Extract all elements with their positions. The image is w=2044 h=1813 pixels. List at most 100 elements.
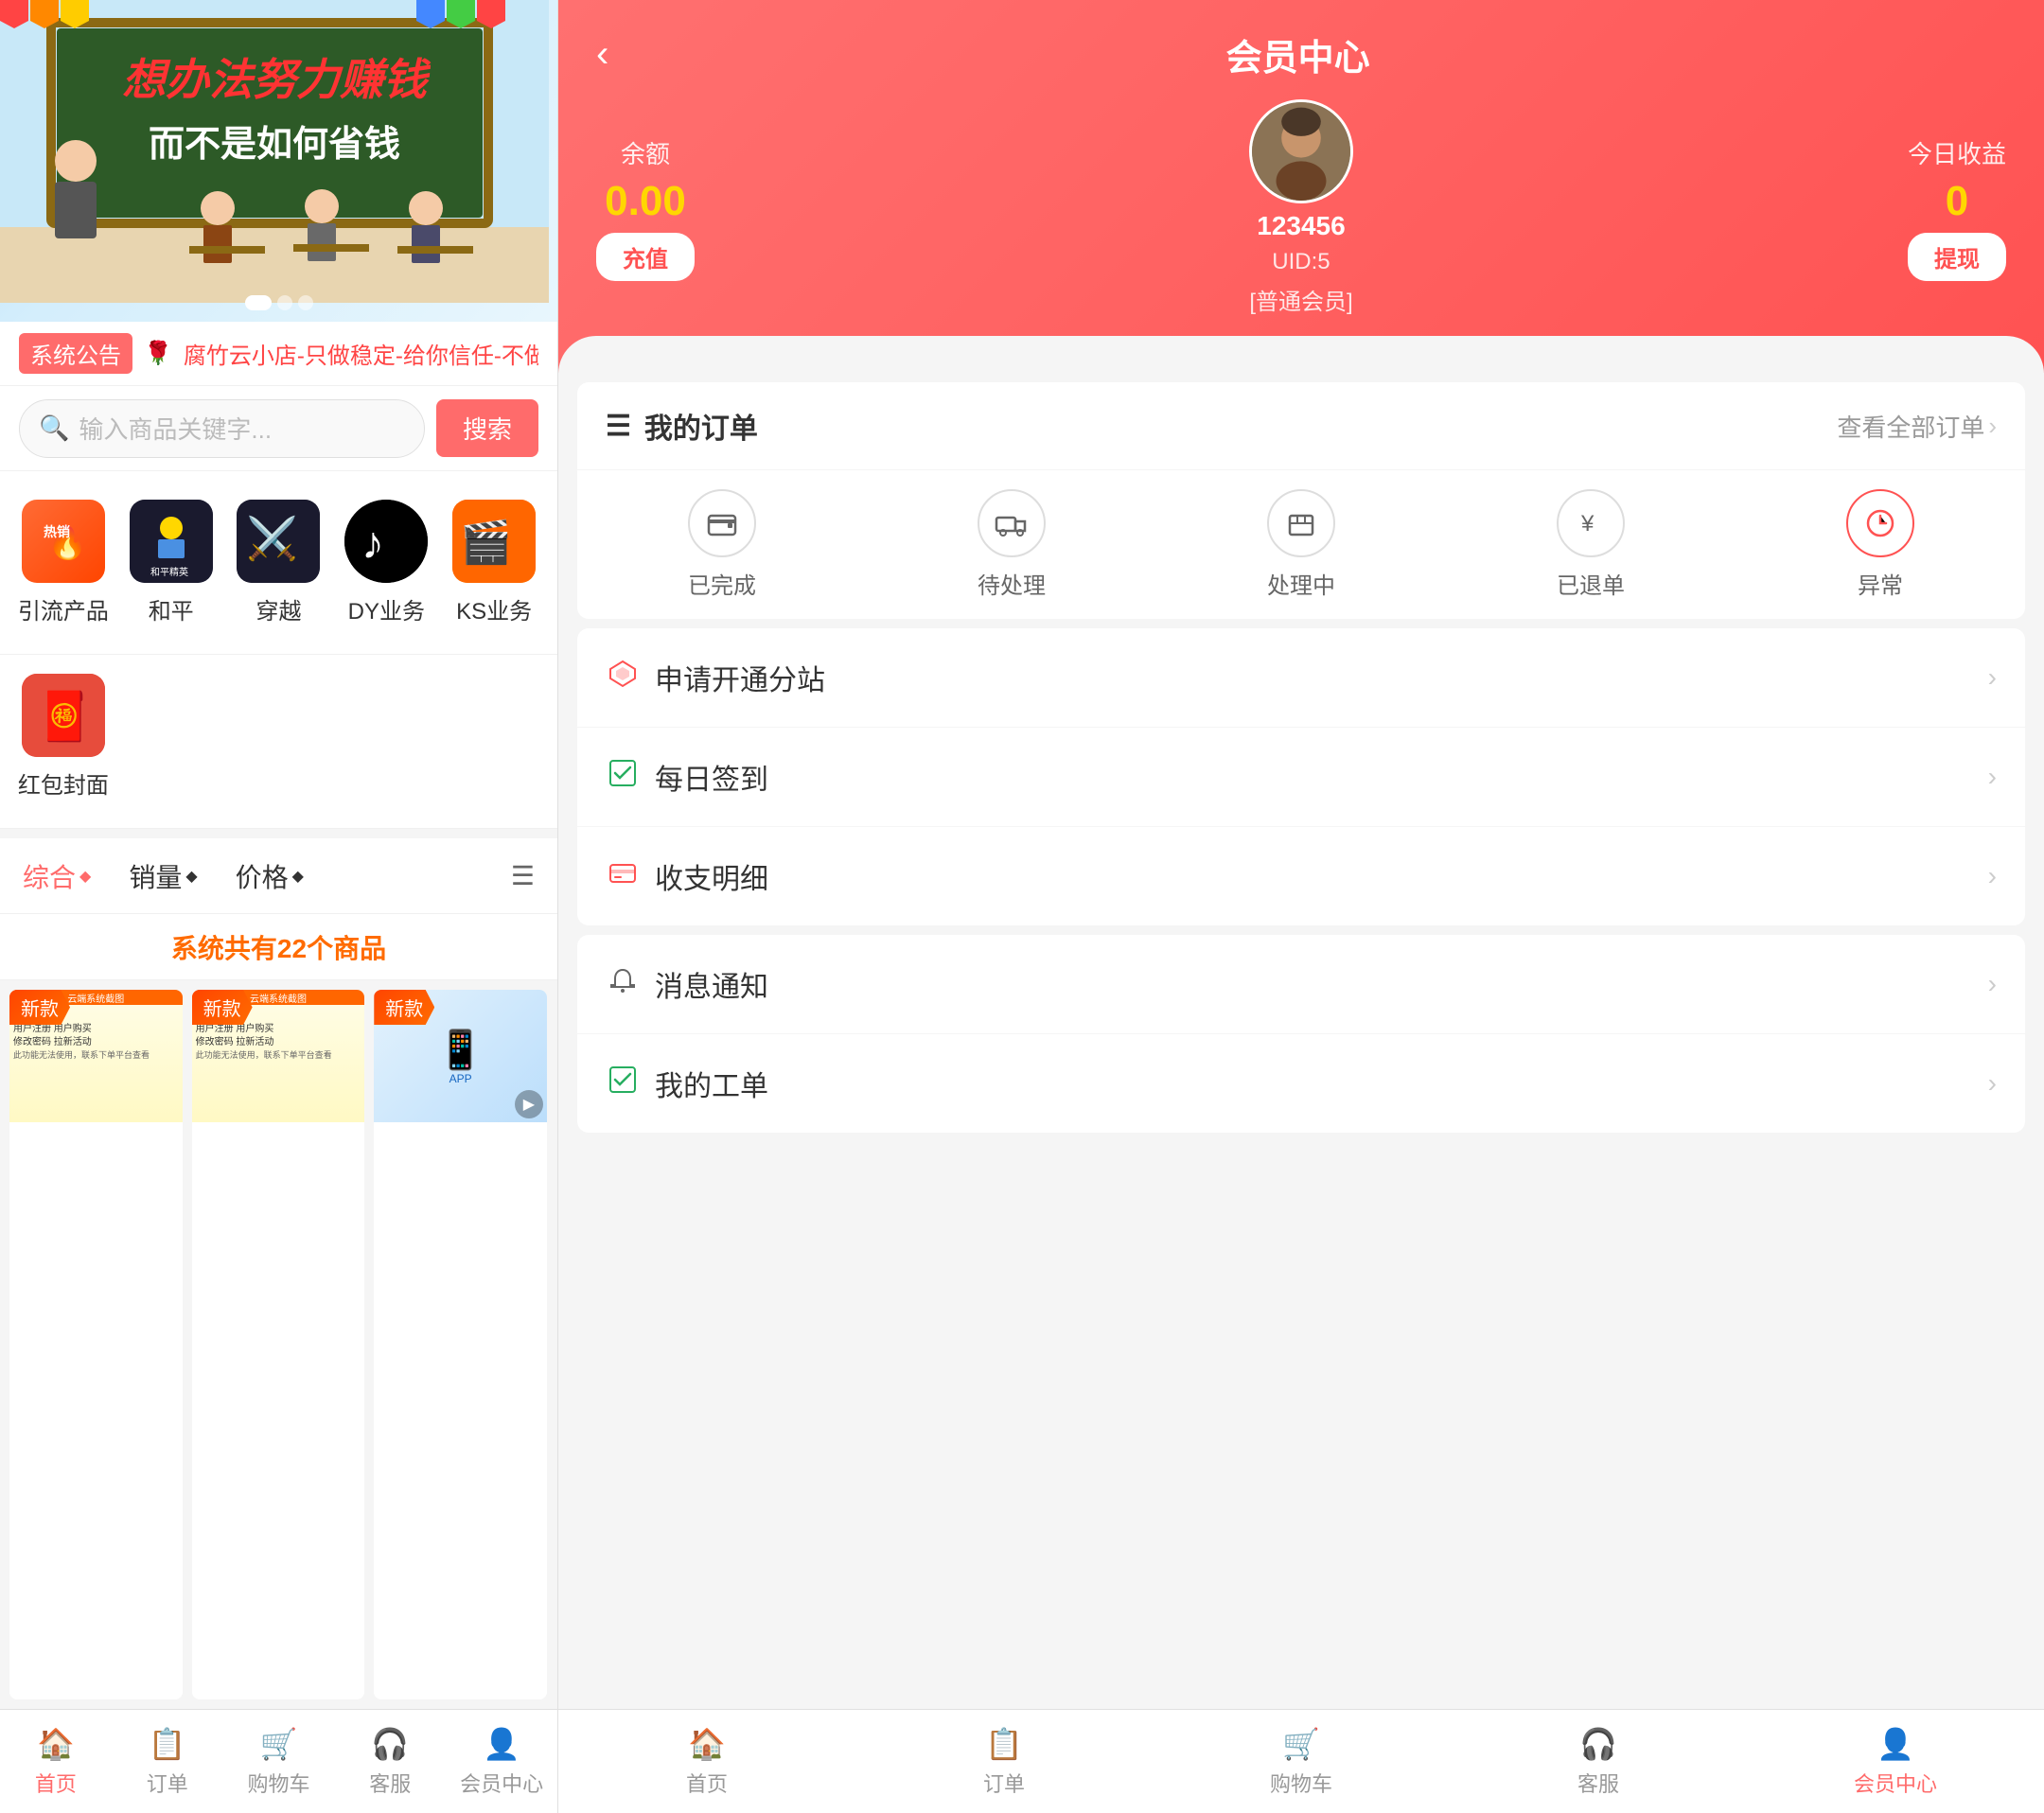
product-image-1: 云端系统截图 🔥热销 用户注册 用户购买 修改密码 拉新活动 此功能无法使用，联… — [9, 990, 183, 1122]
sort-item-销量[interactable]: 销量 ◆ — [129, 857, 197, 895]
order-icon-wallet — [688, 489, 756, 557]
category-item-引流产品[interactable]: 🔥 热销 引流产品 — [9, 490, 117, 635]
nav-item-客服-right[interactable]: 🎧 客服 — [1450, 1726, 1747, 1798]
product-image-3: 📱 APP ▶ 新款 — [374, 990, 547, 1122]
home-icon-right: 🏠 — [688, 1726, 726, 1762]
menu-item-申请开通分站[interactable]: 申请开通分站 › — [577, 628, 2025, 728]
nav-item-首页[interactable]: 🏠 首页 — [0, 1726, 112, 1798]
svg-text:🎬: 🎬 — [460, 519, 512, 566]
category-label-DY业务: DY业务 — [348, 592, 425, 625]
nav-item-订单[interactable]: 📋 订单 — [112, 1726, 223, 1798]
sort-label-价格: 价格 — [236, 857, 289, 895]
search-icon: 🔍 — [39, 414, 69, 443]
category-item-红包封面[interactable]: 🧧 红包封面 — [9, 664, 117, 809]
sort-label-销量: 销量 — [129, 857, 182, 895]
sort-label-综合: 综合 — [23, 857, 76, 895]
menu-item-我的工单[interactable]: 我的工单 › — [577, 1034, 2025, 1133]
sort-item-综合[interactable]: 综合 ◆ — [23, 857, 91, 895]
order-status-异常[interactable]: 异常 — [1736, 489, 2025, 600]
category-icon-red: 🧧 — [22, 674, 105, 757]
bottom-nav-right: 🏠 首页 📋 订单 🛒 购物车 🎧 客服 👤 会员中心 — [558, 1709, 2044, 1813]
menu-card-1: 申请开通分站 › 每日签到 › — [577, 628, 2025, 925]
nav-label-订单: 订单 — [147, 1768, 188, 1798]
nav-item-订单-right[interactable]: 📋 订单 — [855, 1726, 1153, 1798]
product-card-2[interactable]: 云端系统截图 🔥热销 用户注册 用户购买 修改密码 拉新活动 此功能无法使用，联… — [192, 990, 365, 1699]
order-icon-clock — [1846, 489, 1914, 557]
category-icon-cross: ⚔️ — [237, 500, 320, 583]
uid: UID:5 — [1272, 249, 1330, 275]
category-item-DY业务[interactable]: ♪ DY业务 — [332, 490, 440, 635]
search-input-wrap[interactable]: 🔍 输入商品关键字... — [19, 399, 425, 458]
nav-item-购物车[interactable]: 🛒 购物车 — [223, 1726, 335, 1798]
recharge-button[interactable]: 充值 — [596, 233, 695, 281]
order-status-已完成[interactable]: 已完成 — [577, 489, 867, 600]
member-type: [普通会员] — [1249, 283, 1352, 316]
svg-text:而不是如何省钱: 而不是如何省钱 — [149, 125, 400, 165]
diamond-icon — [606, 660, 640, 695]
search-button[interactable]: 搜索 — [436, 399, 538, 457]
svg-text:¥: ¥ — [1580, 511, 1595, 537]
category-item-KS业务[interactable]: 🎬 KS业务 — [440, 490, 548, 635]
sort-bar: 综合 ◆ 销量 ◆ 价格 ◆ ☰ — [0, 838, 557, 914]
nav-label-购物车: 购物车 — [247, 1768, 309, 1798]
card-icon — [606, 858, 640, 894]
member-header: ‹ 会员中心 余额 0.00 充值 — [558, 0, 2044, 373]
new-badge-2: 新款 — [192, 990, 253, 1025]
sort-diamond-综合: ◆ — [79, 867, 91, 886]
sort-diamond-价格: ◆ — [292, 867, 304, 886]
search-bar: 🔍 输入商品关键字... 搜索 — [0, 386, 557, 471]
svg-text:🧧: 🧧 — [35, 689, 94, 743]
product-card-3[interactable]: 📱 APP ▶ 新款 — [374, 990, 547, 1699]
nav-label-购物车-right: 购物车 — [1270, 1768, 1332, 1798]
category-grid: 🔥 热销 引流产品 和平精英 和平 ⚔️ — [0, 471, 557, 655]
category-item-穿越[interactable]: ⚔️ 穿越 — [225, 490, 333, 635]
order-status-待处理[interactable]: 待处理 — [867, 489, 1156, 600]
member-icon-right: 👤 — [1877, 1726, 1914, 1762]
order-status-已退单[interactable]: ¥ 已退单 — [1446, 489, 1736, 600]
order-status-处理中[interactable]: 处理中 — [1156, 489, 1446, 600]
category-item-和平[interactable]: 和平精英 和平 — [117, 490, 225, 635]
menu-label-申请开通分站: 申请开通分站 — [655, 657, 1973, 698]
nav-item-首页-right[interactable]: 🏠 首页 — [558, 1726, 855, 1798]
nav-item-购物车-right[interactable]: 🛒 购物车 — [1153, 1726, 1450, 1798]
view-all-text: 查看全部订单 — [1837, 409, 1984, 444]
orders-title-text: 我的订单 — [644, 405, 758, 447]
product-card-1[interactable]: 云端系统截图 🔥热销 用户注册 用户购买 修改密码 拉新活动 此功能无法使用，联… — [9, 990, 183, 1699]
nav-item-会员中心-left[interactable]: 👤 会员中心 — [446, 1726, 557, 1798]
svg-text:⚔️: ⚔️ — [246, 515, 298, 562]
avatar-section: 123456 UID:5 [普通会员] — [1249, 99, 1353, 316]
orders-section: ☰ 我的订单 查看全部订单 › — [577, 382, 2025, 619]
earnings-amount: 0 — [1946, 178, 1968, 225]
nav-item-客服[interactable]: 🎧 客服 — [334, 1726, 446, 1798]
menu-item-消息通知[interactable]: 消息通知 › — [577, 935, 2025, 1034]
category-icon-ks: 🎬 — [452, 500, 536, 583]
list-view-icon[interactable]: ☰ — [511, 860, 535, 891]
order-label-已完成: 已完成 — [688, 567, 756, 600]
svg-text:和平精英: 和平精英 — [150, 566, 188, 578]
order-label-待处理: 待处理 — [978, 567, 1046, 600]
menu-item-每日签到[interactable]: 每日签到 › — [577, 728, 2025, 827]
notice-label: 系统公告 — [19, 333, 132, 374]
bell-icon — [606, 966, 640, 1002]
orders-icon: ☰ — [606, 410, 631, 443]
member-info: 余额 0.00 充值 123456 — [596, 99, 2006, 316]
category-row2: 🧧 红包封面 — [0, 655, 557, 829]
nav-item-会员中心-right[interactable]: 👤 会员中心 — [1747, 1726, 2044, 1798]
order-label-处理中: 处理中 — [1267, 567, 1335, 600]
banner: 想办法努力赚钱 而不是如何省钱 — [0, 0, 557, 322]
chevron-通知: › — [1988, 969, 1997, 999]
order-icon-truck — [978, 489, 1046, 557]
chevron-工单: › — [1988, 1068, 1997, 1099]
bottom-nav-left: 🏠 首页 📋 订单 🛒 购物车 🎧 客服 👤 会员中心 — [0, 1709, 557, 1813]
product-image-2: 云端系统截图 🔥热销 用户注册 用户购买 修改密码 拉新活动 此功能无法使用，联… — [192, 990, 365, 1122]
menu-label-收支明细: 收支明细 — [655, 855, 1973, 897]
member-icon-left: 👤 — [483, 1726, 520, 1762]
menu-item-收支明细[interactable]: 收支明细 › — [577, 827, 2025, 925]
view-all-orders[interactable]: 查看全部订单 › — [1837, 409, 1997, 444]
category-label-红包封面: 红包封面 — [18, 766, 109, 800]
withdraw-button[interactable]: 提现 — [1908, 233, 2006, 281]
back-button[interactable]: ‹ — [596, 33, 608, 76]
username: 123456 — [1257, 211, 1345, 241]
sort-item-价格[interactable]: 价格 ◆ — [236, 857, 304, 895]
balance-amount: 0.00 — [605, 178, 686, 225]
